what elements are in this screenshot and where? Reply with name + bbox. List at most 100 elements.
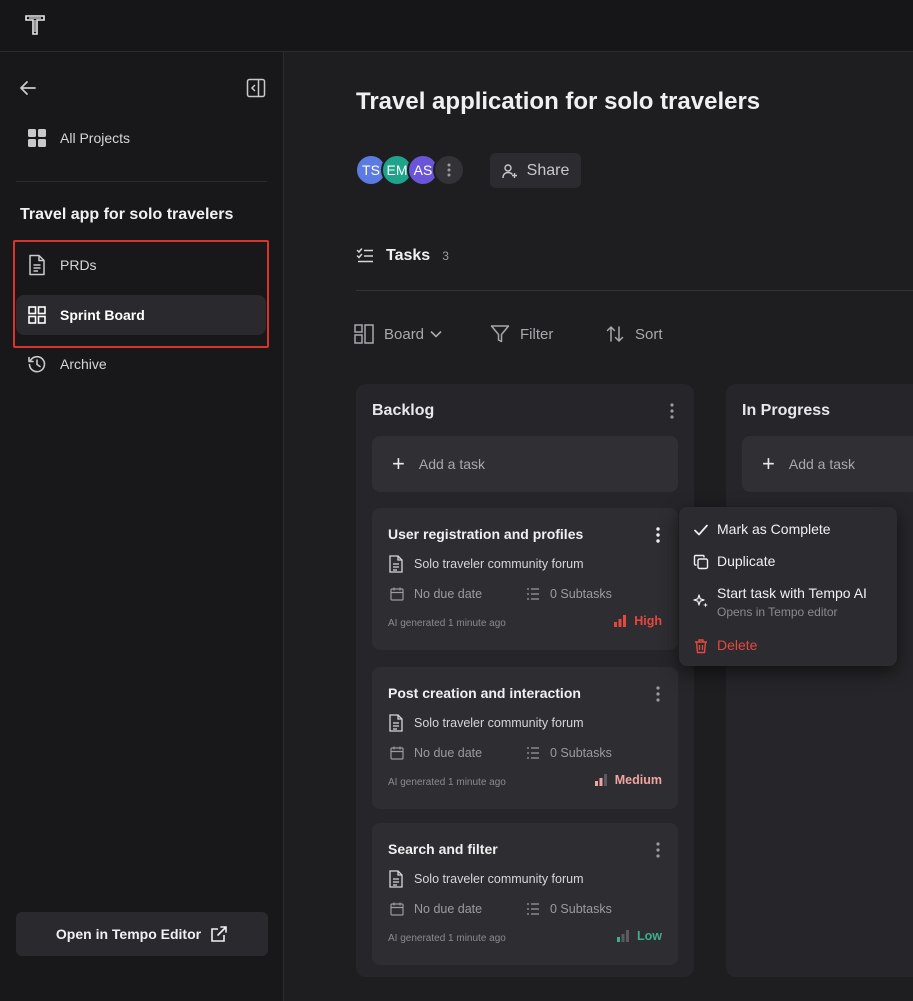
priority-high-icon bbox=[613, 614, 627, 628]
sort-button[interactable]: Sort bbox=[605, 322, 663, 346]
tempo-logo-icon[interactable] bbox=[24, 14, 46, 36]
check-icon bbox=[693, 522, 709, 538]
kebab-icon bbox=[447, 163, 451, 177]
filter-button[interactable]: Filter bbox=[490, 322, 553, 346]
document-icon bbox=[388, 714, 406, 732]
task-card[interactable]: User registration and profiles Solo trav… bbox=[372, 508, 678, 650]
column-backlog: Backlog + Add a task User registration a… bbox=[356, 384, 694, 977]
task-menu-button[interactable] bbox=[652, 685, 664, 703]
add-task-button[interactable]: + Add a task bbox=[372, 436, 678, 492]
tasks-header: Tasks 3 bbox=[356, 247, 449, 265]
task-prd-link[interactable]: Solo traveler community forum bbox=[388, 555, 584, 573]
open-in-editor-label: Open in Tempo Editor bbox=[55, 926, 202, 942]
priority-badge[interactable]: Medium bbox=[594, 773, 662, 787]
back-arrow-icon[interactable] bbox=[18, 78, 38, 98]
menu-item-label: Duplicate bbox=[717, 553, 776, 569]
add-task-label: Add a task bbox=[418, 456, 486, 472]
kebab-icon bbox=[656, 842, 660, 858]
start-task-ai-menu-item[interactable]: Start task with Tempo AI Opens in Tempo … bbox=[693, 585, 867, 619]
due-date-label: No due date bbox=[414, 587, 483, 601]
more-members-button[interactable] bbox=[433, 154, 465, 186]
task-card[interactable]: Search and filter Solo traveler communit… bbox=[372, 823, 678, 965]
calendar-icon bbox=[390, 902, 404, 916]
priority-medium-icon bbox=[594, 773, 608, 787]
menu-item-label: Delete bbox=[717, 637, 758, 653]
task-menu-button[interactable] bbox=[652, 526, 664, 544]
share-button[interactable]: Share bbox=[490, 153, 581, 188]
tasks-count: 3 bbox=[442, 249, 449, 263]
filter-label: Filter bbox=[520, 325, 554, 343]
task-subtasks[interactable]: 0 Subtasks bbox=[526, 587, 612, 601]
kebab-icon bbox=[670, 403, 674, 419]
task-prd-label: Solo traveler community forum bbox=[414, 716, 584, 730]
all-projects-label: All Projects bbox=[60, 130, 131, 146]
collapse-sidebar-icon[interactable] bbox=[246, 78, 266, 98]
ai-generated-note: AI generated 1 minute ago bbox=[388, 933, 506, 944]
tasks-label: Tasks bbox=[386, 247, 431, 264]
share-label: Share bbox=[526, 161, 570, 179]
task-card[interactable]: Post creation and interaction Solo trave… bbox=[372, 667, 678, 809]
menu-item-label: Start task with Tempo AI bbox=[717, 585, 867, 601]
add-user-icon bbox=[501, 163, 518, 179]
top-bar bbox=[0, 0, 913, 52]
subtasks-label: 0 Subtasks bbox=[550, 587, 612, 601]
menu-item-label: Mark as Complete bbox=[717, 521, 831, 537]
page-title: Travel application for solo travelers bbox=[356, 88, 761, 115]
due-date-label: No due date bbox=[414, 746, 483, 760]
all-projects-link[interactable]: All Projects bbox=[16, 118, 266, 158]
sidebar-divider bbox=[16, 181, 267, 182]
task-context-menu: Mark as Complete Duplicate Start task wi… bbox=[679, 507, 897, 666]
filter-icon bbox=[490, 324, 510, 344]
history-icon bbox=[26, 353, 48, 375]
open-in-editor-button[interactable]: Open in Tempo Editor bbox=[16, 912, 268, 956]
plus-icon: + bbox=[762, 451, 775, 476]
column-title: In Progress bbox=[742, 402, 831, 419]
priority-label: Medium bbox=[614, 773, 662, 787]
subtask-list-icon bbox=[526, 902, 540, 916]
task-prd-link[interactable]: Solo traveler community forum bbox=[388, 870, 584, 888]
task-prd-link[interactable]: Solo traveler community forum bbox=[388, 714, 584, 732]
subtasks-label: 0 Subtasks bbox=[550, 746, 612, 760]
kebab-icon bbox=[656, 686, 660, 702]
priority-badge[interactable]: Low bbox=[616, 929, 662, 943]
chevron-down-icon bbox=[430, 330, 442, 338]
sidebar: All Projects Travel app for solo travele… bbox=[0, 52, 284, 1001]
duplicate-menu-item[interactable]: Duplicate bbox=[693, 553, 775, 570]
priority-badge[interactable]: High bbox=[613, 614, 662, 628]
ai-generated-note: AI generated 1 minute ago bbox=[388, 618, 506, 629]
task-menu-button[interactable] bbox=[652, 841, 664, 859]
calendar-icon bbox=[390, 587, 404, 601]
sort-icon bbox=[605, 324, 625, 344]
task-due-date[interactable]: No due date bbox=[390, 587, 482, 601]
task-title: User registration and profiles bbox=[388, 526, 584, 542]
add-task-button[interactable]: + Add a task bbox=[742, 436, 913, 492]
task-subtasks[interactable]: 0 Subtasks bbox=[526, 902, 612, 916]
trash-icon bbox=[693, 638, 709, 654]
priority-label: High bbox=[634, 614, 662, 628]
task-due-date[interactable]: No due date bbox=[390, 902, 482, 916]
add-task-label: Add a task bbox=[788, 456, 856, 472]
ai-generated-note: AI generated 1 minute ago bbox=[388, 777, 506, 788]
priority-low-icon bbox=[616, 929, 630, 943]
project-name: Travel app for solo travelers bbox=[20, 206, 234, 223]
external-link-icon bbox=[210, 925, 228, 943]
checklist-icon bbox=[356, 247, 374, 265]
mark-complete-menu-item[interactable]: Mark as Complete bbox=[693, 521, 831, 538]
task-prd-label: Solo traveler community forum bbox=[414, 557, 584, 571]
task-due-date[interactable]: No due date bbox=[390, 746, 482, 760]
board-label: Board bbox=[384, 325, 425, 343]
task-subtasks[interactable]: 0 Subtasks bbox=[526, 746, 612, 760]
sort-label: Sort bbox=[635, 325, 663, 343]
selection-highlight bbox=[13, 240, 269, 348]
task-title: Search and filter bbox=[388, 841, 498, 857]
document-icon bbox=[388, 870, 406, 888]
sparkle-icon bbox=[693, 593, 709, 609]
board-view-dropdown[interactable]: Board bbox=[354, 322, 442, 346]
task-prd-label: Solo traveler community forum bbox=[414, 872, 584, 886]
priority-label: Low bbox=[637, 929, 662, 943]
kebab-icon bbox=[656, 527, 660, 543]
subtask-list-icon bbox=[526, 587, 540, 601]
delete-menu-item[interactable]: Delete bbox=[693, 637, 757, 654]
column-menu-button[interactable] bbox=[664, 400, 680, 422]
sidebar-item-archive[interactable]: Archive bbox=[16, 344, 266, 384]
